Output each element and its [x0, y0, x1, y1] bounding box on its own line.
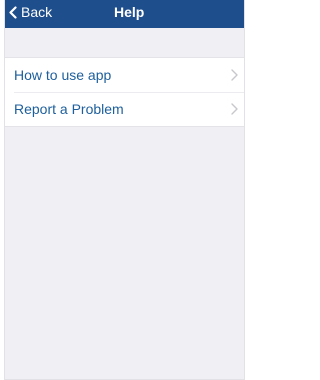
menu-item-how-to-use-app[interactable]: How to use app	[5, 58, 244, 92]
navigation-bar: Back Help	[5, 0, 244, 28]
back-label: Back	[21, 4, 53, 20]
help-screen: Back Help How to use app Report a Proble…	[4, 0, 245, 380]
back-button[interactable]: Back	[9, 0, 52, 24]
page-title: Help	[114, 4, 145, 20]
menu-item-label: Report a Problem	[14, 101, 124, 117]
chevron-right-icon	[231, 103, 238, 115]
menu-item-label: How to use app	[14, 67, 112, 83]
menu-item-report-a-problem[interactable]: Report a Problem	[5, 92, 244, 126]
chevron-right-icon	[231, 69, 238, 81]
chevron-left-icon	[9, 5, 21, 19]
help-menu-list: How to use app Report a Problem	[5, 57, 244, 127]
